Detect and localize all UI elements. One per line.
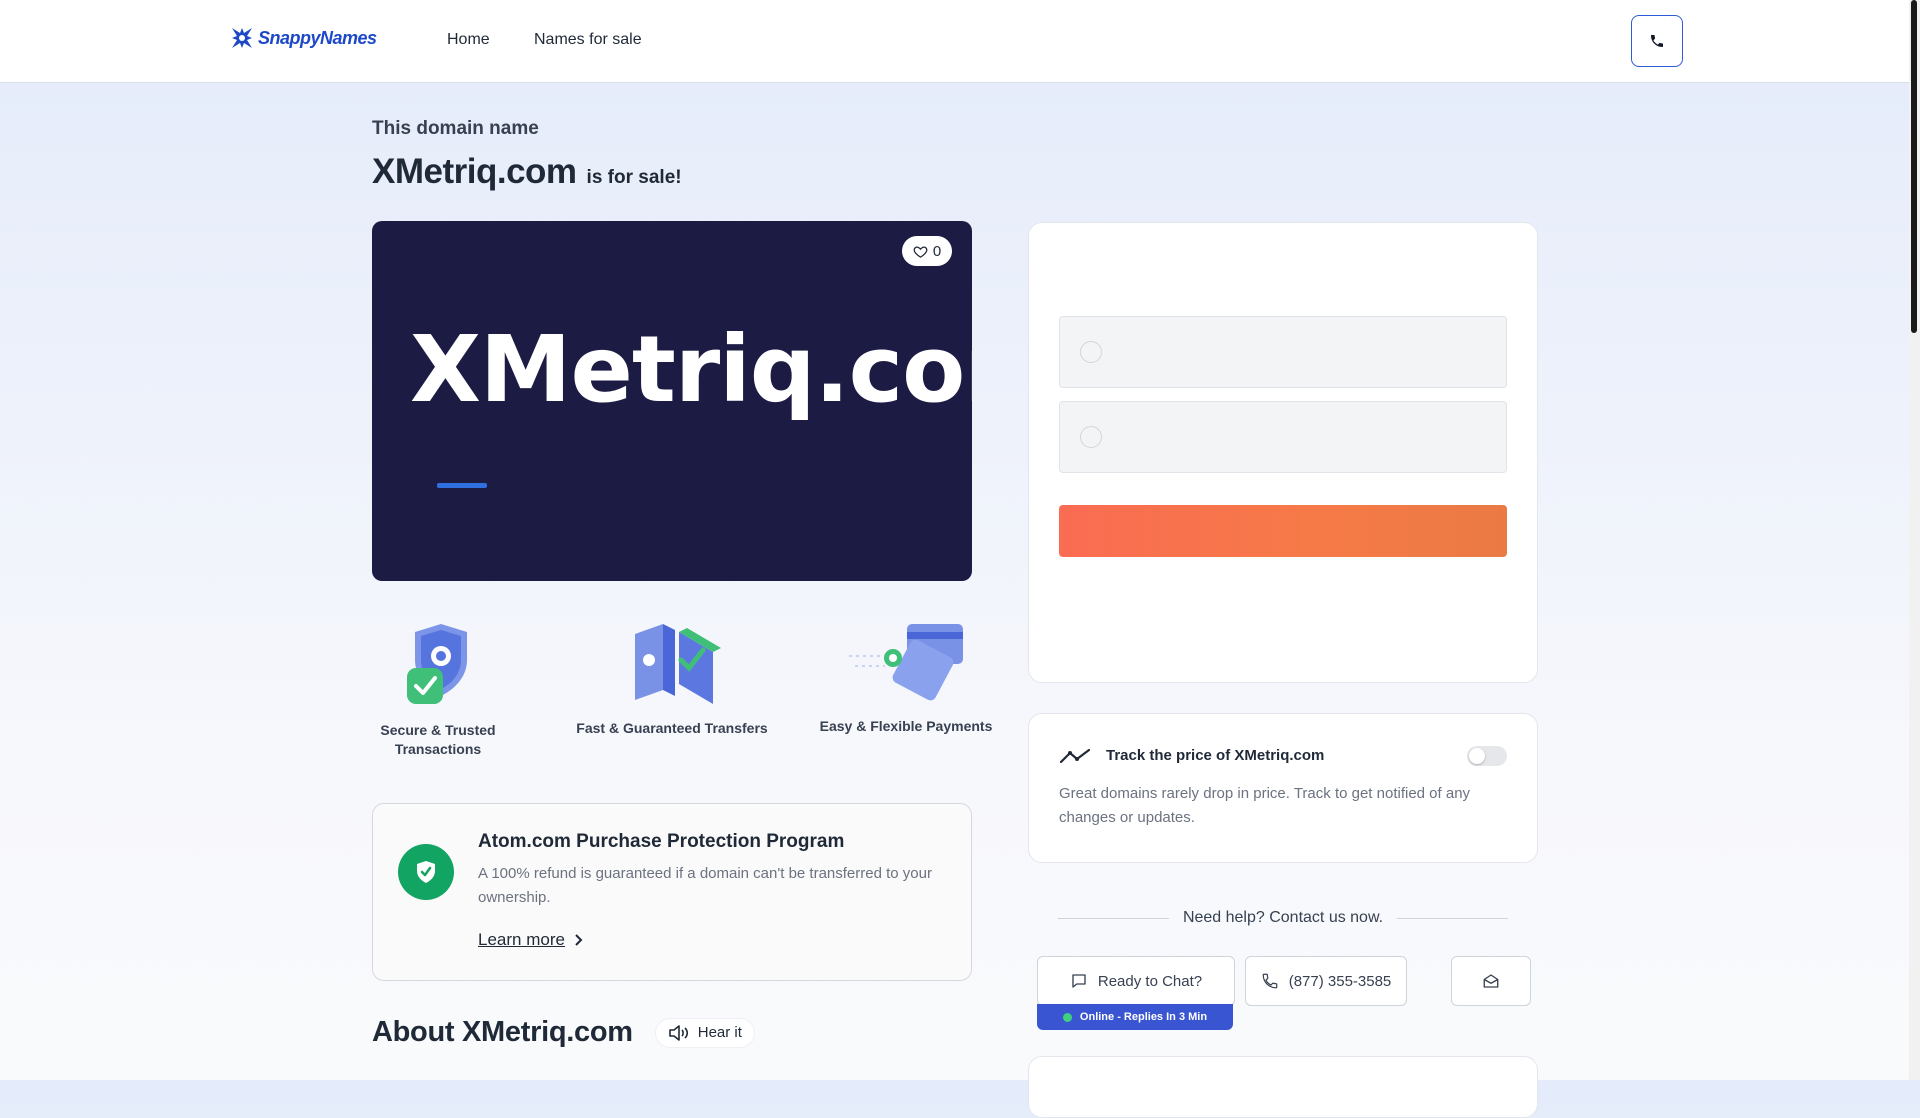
track-price-title: Track the price of XMetriq.com (1106, 747, 1325, 764)
like-button[interactable]: 0 (902, 236, 952, 266)
track-price-description: Great domains rarely drop in price. Trac… (1059, 785, 1471, 826)
learn-more-link[interactable]: Learn more (478, 930, 583, 950)
feature-secure-label: Secure & Trusted Transactions (380, 722, 496, 757)
domain-title: XMetriq.com is for sale! (372, 152, 682, 192)
domain-name: XMetriq.com (372, 152, 577, 191)
feature-secure: Secure & Trusted Transactions (338, 620, 538, 759)
price-tracking-card: Track the price of XMetriq.com Great dom… (1028, 713, 1538, 863)
envelope-open-icon (1483, 974, 1499, 988)
protection-description: A 100% refund is guaranteed if a domain … (478, 865, 932, 906)
logo-star-icon (232, 28, 252, 48)
feature-transfers: Fast & Guaranteed Transfers (572, 620, 772, 738)
payment-cards-icon (849, 624, 963, 701)
domain-logo-image: XMetriq.com 0 (372, 221, 972, 581)
domain-logo-text: XMetriq.com (410, 316, 972, 423)
price-option-1-radio[interactable] (1080, 341, 1102, 363)
for-sale-label: is for sale! (586, 167, 682, 188)
site-header: SnappyNames Home Names for sale (0, 0, 1909, 83)
need-help-text: Need help? Contact us now. (1182, 909, 1384, 926)
phone-number: (877) 355-3585 (1288, 972, 1392, 990)
snappynames-logo[interactable]: SnappyNames (230, 26, 377, 50)
shield-check-icon (407, 624, 467, 704)
buy-now-button[interactable] (1059, 505, 1507, 557)
hear-it-label: Hear it (697, 1024, 742, 1041)
learn-more-label: Learn more (478, 930, 565, 949)
feature-payments-label: Easy & Flexible Payments (819, 718, 993, 734)
chat-label: Ready to Chat? (1097, 972, 1203, 990)
feature-transfers-label: Fast & Guaranteed Transfers (576, 720, 768, 736)
page-scrollbar[interactable] (1909, 0, 1920, 1080)
purchase-protection-card: Atom.com Purchase Protection Program A 1… (372, 803, 972, 981)
scrollbar-thumb[interactable] (1911, 0, 1917, 333)
price-option-2-radio[interactable] (1080, 426, 1102, 448)
header-phone-button[interactable] (1631, 15, 1683, 67)
logo-underline (437, 483, 487, 488)
about-section-header: About XMetriq.com Hear it (372, 1016, 755, 1049)
nav-home[interactable]: Home (447, 31, 490, 49)
heart-icon (913, 245, 928, 258)
trend-line-icon (1059, 748, 1091, 764)
logo-text: SnappyNames (258, 27, 377, 48)
track-price-toggle[interactable] (1467, 746, 1507, 766)
like-count: 0 (932, 242, 942, 260)
chat-bubble-icon (1072, 974, 1086, 988)
transfer-icon (635, 624, 721, 704)
divider-line-left (1058, 917, 1169, 919)
nav-names-for-sale[interactable]: Names for sale (534, 31, 642, 49)
email-button[interactable] (1451, 956, 1531, 1006)
call-button[interactable]: (877) 355-3585 (1245, 956, 1407, 1006)
price-option-1[interactable] (1059, 316, 1507, 388)
protection-title: Atom.com Purchase Protection Program (478, 831, 845, 852)
price-options-card (1028, 222, 1538, 683)
hear-it-button[interactable]: Hear it (654, 1017, 755, 1048)
help-divider: Need help? Contact us now. (1058, 908, 1509, 928)
price-option-2[interactable] (1059, 401, 1507, 473)
chevron-right-icon (575, 934, 583, 946)
online-dot (1062, 1012, 1072, 1022)
phone-icon (1651, 35, 1663, 47)
online-status-text: Online - Replies In 3 Min (1079, 1011, 1208, 1023)
protection-shield-icon (398, 844, 454, 900)
toggle-knob (1469, 748, 1485, 764)
feature-payments: Easy & Flexible Payments (806, 620, 1006, 736)
next-section-card (1028, 1056, 1538, 1118)
phone-outline-icon (1262, 973, 1278, 989)
intro-text: This domain name (372, 118, 539, 139)
chat-button[interactable]: Ready to Chat? (1037, 956, 1235, 1006)
about-title: About XMetriq.com (372, 1016, 633, 1048)
online-status-strip: Online - Replies In 3 Min (1037, 1004, 1233, 1030)
divider-line-right (1397, 917, 1509, 919)
speaker-icon (668, 1024, 688, 1041)
